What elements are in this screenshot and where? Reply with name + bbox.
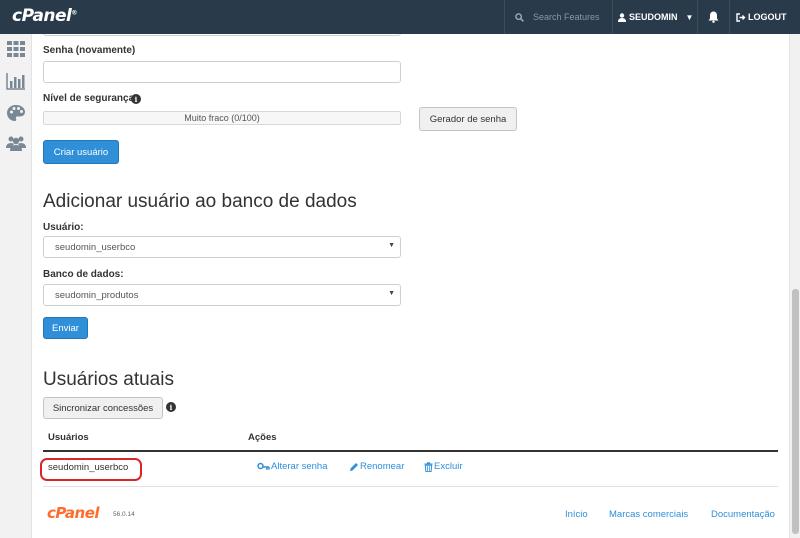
topbar-divider	[729, 0, 730, 34]
trash-icon	[424, 461, 433, 472]
change-password-link[interactable]: Alterar senha	[257, 461, 328, 472]
logo-text: cPanel	[12, 6, 72, 26]
search-placeholder: Search Features	[533, 12, 600, 22]
password-strength-text: Muito fraco (0/100)	[184, 113, 260, 123]
search-icon	[515, 12, 524, 22]
dropdown-arrow-icon: ▼	[388, 290, 395, 297]
bell-icon	[708, 11, 719, 23]
dropdown-arrow-icon: ▼	[388, 242, 395, 249]
delete-label: Excluir	[434, 461, 463, 472]
logout-icon	[736, 12, 746, 22]
table-header-rule	[43, 450, 778, 452]
table-row-divider	[43, 486, 778, 487]
user-menu[interactable]: SEUDOMIN ▼	[618, 0, 693, 34]
password-again-label: Senha (novamente)	[43, 45, 136, 56]
user-icon	[618, 12, 626, 22]
search-features[interactable]: Search Features	[506, 0, 606, 34]
topbar-divider	[504, 0, 505, 34]
cpanel-logo[interactable]: cPanel®	[12, 6, 77, 26]
highlight-box	[40, 458, 142, 481]
create-user-button[interactable]: Criar usuário	[43, 140, 119, 164]
chevron-down-icon: ▼	[685, 12, 694, 22]
notifications-button[interactable]	[708, 10, 719, 28]
user-select-value: seudomin_userbco	[55, 241, 136, 253]
logo-mark: ®	[71, 9, 77, 17]
security-level-label: Nível de segurança	[43, 93, 135, 104]
change-password-label: Alterar senha	[271, 461, 328, 472]
footer-version: 56.0.14	[113, 511, 135, 518]
database-select-label: Banco de dados:	[43, 269, 124, 280]
database-select[interactable]: seudomin_produtos ▼	[43, 284, 401, 306]
delete-link[interactable]: Excluir	[424, 461, 463, 472]
top-bar: cPanel® Search Features SEUDOMIN ▼ LOGOU…	[0, 0, 800, 34]
password-again-field[interactable]	[43, 61, 401, 83]
sidebar-item-stats[interactable]	[6, 72, 26, 92]
add-user-title: Adicionar usuário ao banco de dados	[43, 191, 357, 212]
stats-icon	[6, 73, 25, 90]
user-select-label: Usuário:	[43, 222, 84, 233]
database-select-value: seudomin_produtos	[55, 289, 139, 301]
palette-icon	[7, 105, 25, 121]
sidebar-item-themes[interactable]	[6, 104, 26, 124]
info-icon[interactable]: i	[131, 94, 141, 104]
column-header-actions: Ações	[248, 432, 277, 443]
topbar-divider	[612, 0, 613, 34]
key-icon	[257, 462, 270, 470]
password-strength-meter: Muito fraco (0/100)	[43, 111, 401, 125]
users-icon	[6, 136, 26, 151]
footer-logo[interactable]: cPanel	[47, 504, 100, 522]
grid-icon	[7, 41, 25, 57]
username: SEUDOMIN	[629, 12, 678, 22]
page-scrollbar[interactable]	[789, 34, 800, 538]
user-select[interactable]: seudomin_userbco ▼	[43, 236, 401, 258]
info-icon[interactable]: i	[166, 402, 176, 412]
column-header-users: Usuários	[48, 432, 89, 443]
submit-button[interactable]: Enviar	[43, 317, 88, 339]
password-field[interactable]	[43, 34, 401, 36]
footer-link-documentation[interactable]: Documentação	[711, 509, 775, 520]
logout-label: LOGOUT	[748, 12, 787, 22]
scrollbar-thumb[interactable]	[792, 289, 799, 534]
rename-link[interactable]: Renomear	[349, 461, 404, 472]
footer-link-trademarks[interactable]: Marcas comerciais	[609, 509, 688, 520]
main-content: Senha (novamente) Nível de segurança i M…	[33, 34, 789, 538]
rename-label: Renomear	[360, 461, 405, 472]
sync-grants-button[interactable]: Sincronizar concessões	[43, 397, 163, 419]
current-users-title: Usuários atuais	[43, 369, 174, 390]
topbar-divider	[697, 0, 698, 34]
sidebar	[0, 34, 32, 538]
sidebar-item-users[interactable]	[6, 134, 26, 154]
logout-button[interactable]: LOGOUT	[736, 0, 787, 34]
sidebar-item-home[interactable]	[6, 40, 26, 60]
password-generator-button[interactable]: Gerador de senha	[419, 107, 517, 131]
pencil-icon	[350, 462, 358, 471]
footer-link-home[interactable]: Início	[565, 509, 588, 520]
